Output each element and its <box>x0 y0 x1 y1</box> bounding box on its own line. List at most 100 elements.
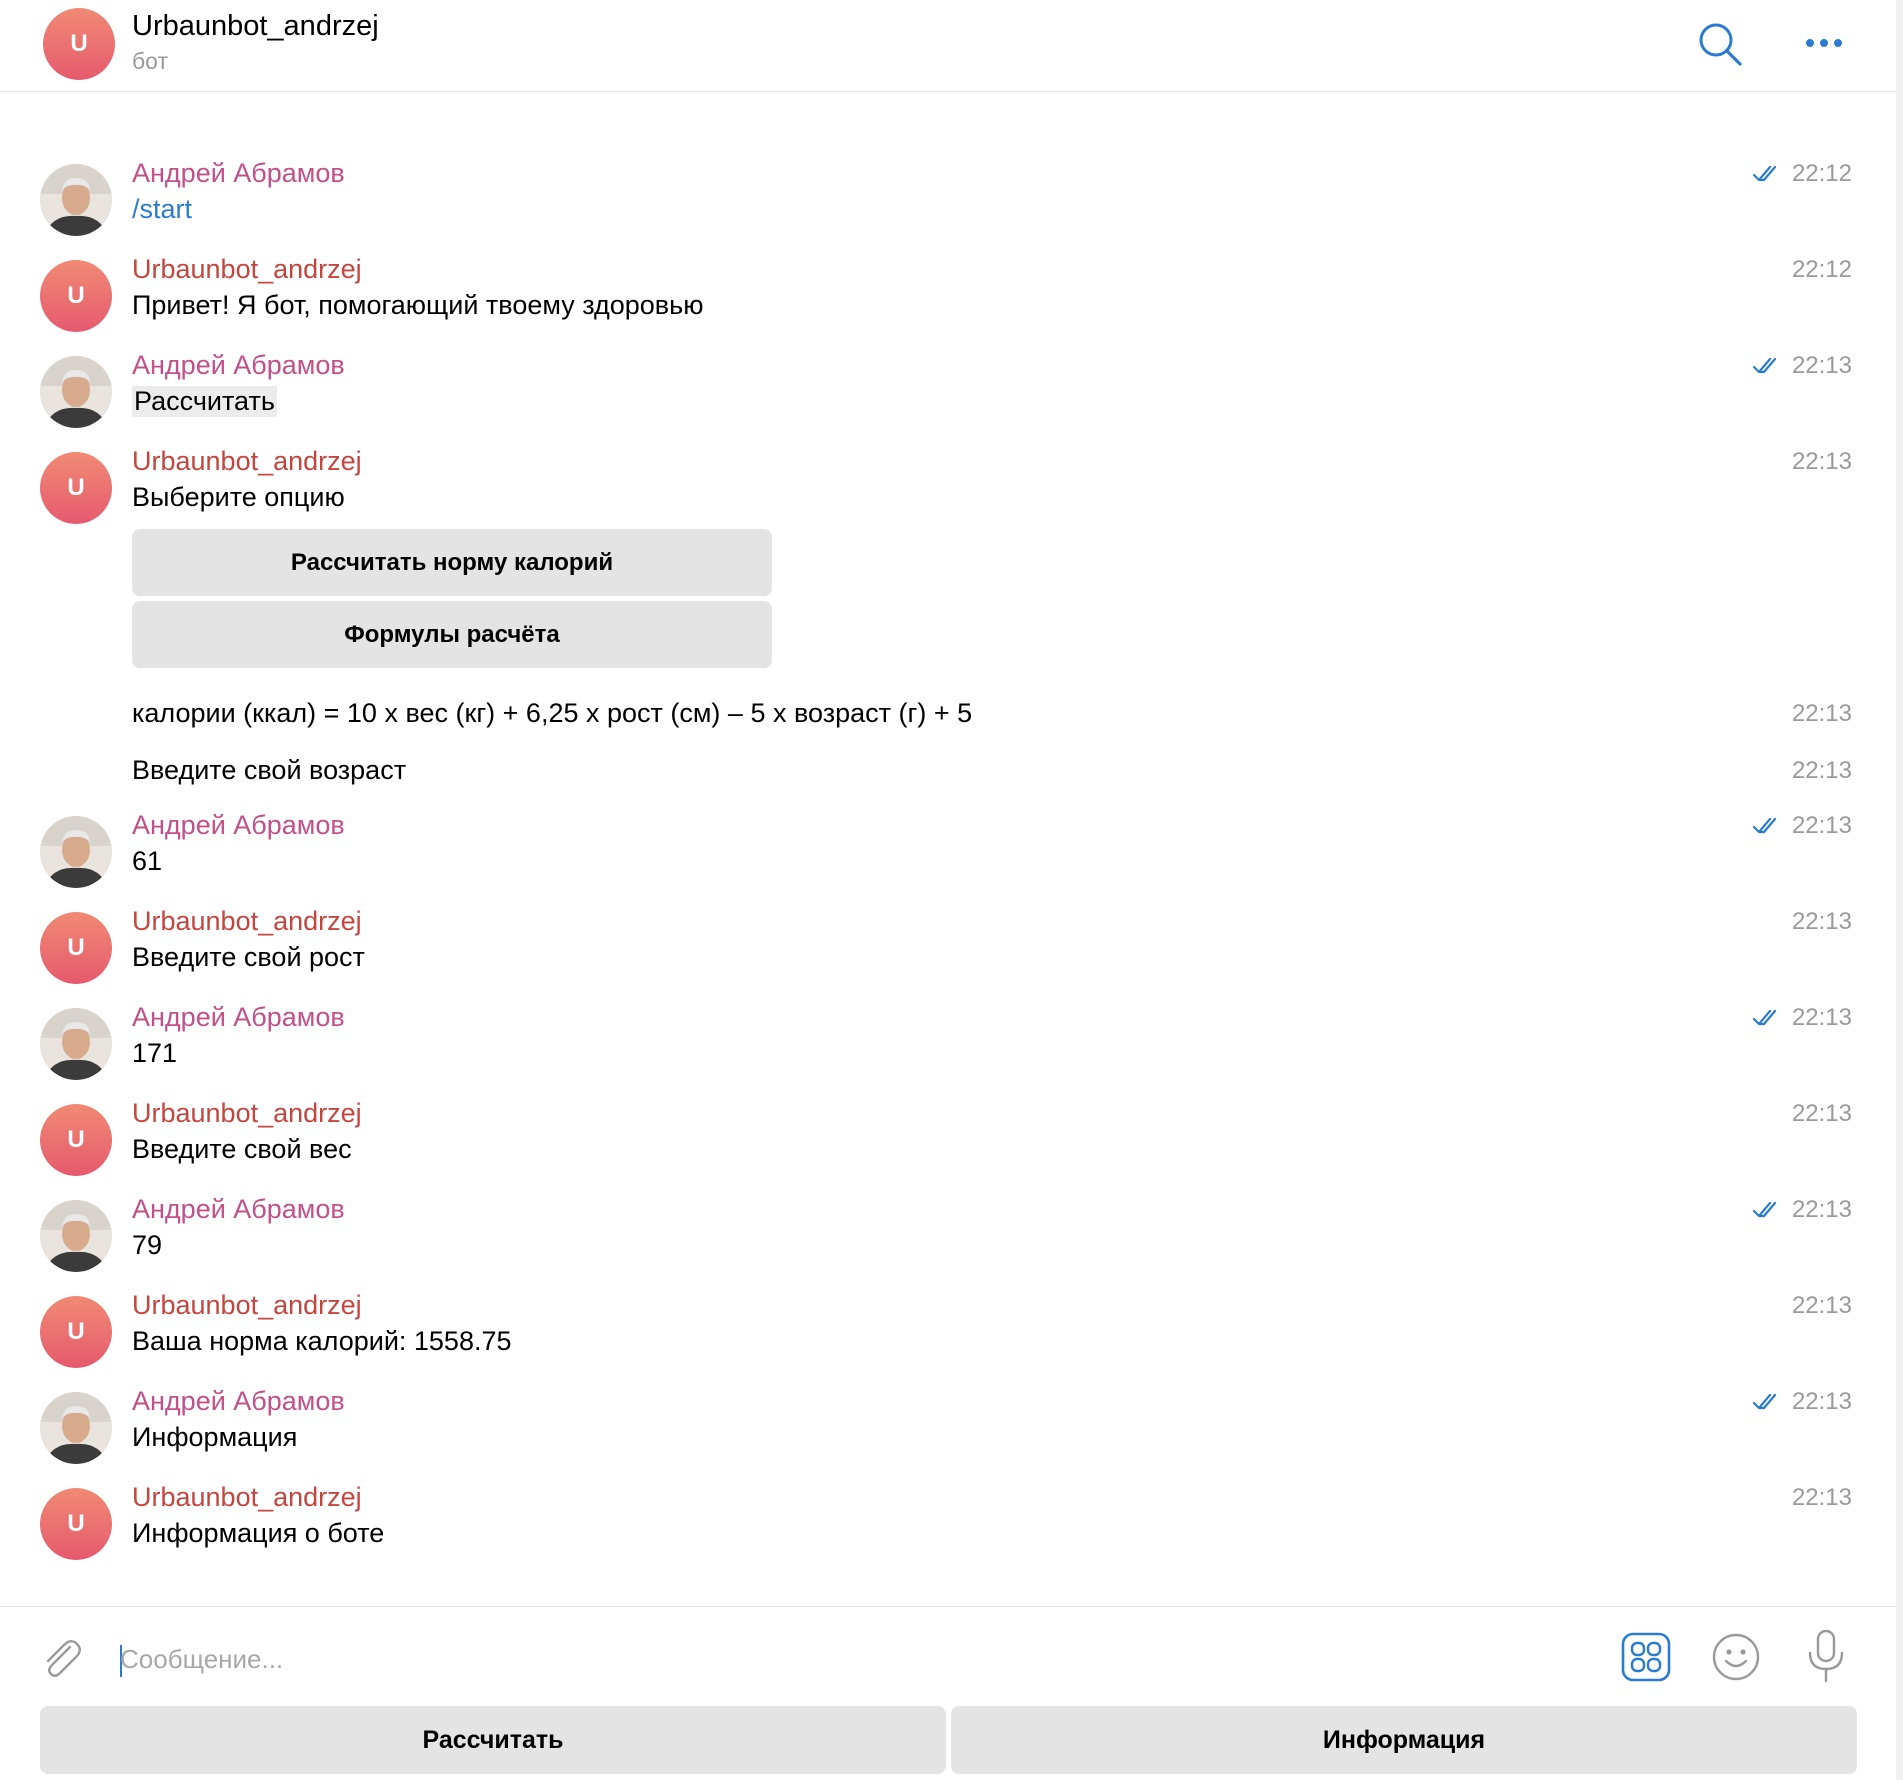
time-label: 22:12 <box>1791 160 1852 187</box>
sender-name[interactable]: Urbaunbot_andrzej <box>132 254 362 285</box>
sender-name[interactable]: Андрей Абрамов <box>132 1194 345 1225</box>
time-label: 22:13 <box>1791 352 1852 379</box>
message-text: Введите свой возраст <box>132 755 407 785</box>
user-avatar[interactable] <box>40 816 112 888</box>
chat-subtitle: бот <box>132 48 168 74</box>
user-avatar[interactable] <box>40 1200 112 1272</box>
message-text: Выберите опцию <box>132 482 345 512</box>
time-label: 22:13 <box>1791 757 1852 784</box>
sender-name[interactable]: Андрей Абрамов <box>132 1002 345 1033</box>
double-check-icon <box>1752 1009 1777 1026</box>
message-time: 22:12 <box>1792 256 1852 284</box>
sender-name[interactable]: Андрей Абрамов <box>132 1386 345 1417</box>
avatar-letter: U <box>67 474 85 501</box>
message-text: Информация <box>132 1422 298 1452</box>
message-text: Введите свой рост <box>132 942 365 972</box>
time-label: 22:13 <box>1791 1100 1852 1127</box>
smiley-icon <box>1712 1633 1760 1681</box>
emoji-button[interactable] <box>1710 1631 1762 1683</box>
message-text: калории (ккал) = 10 x вес (кг) + 6,25 x … <box>132 698 973 728</box>
user-avatar[interactable] <box>40 1392 112 1464</box>
search-button[interactable] <box>1696 20 1744 68</box>
attach-button[interactable] <box>36 1633 86 1683</box>
message-time: 22:13 <box>1752 352 1852 380</box>
avatar-letter: U <box>67 1510 85 1537</box>
bot-avatar[interactable]: U <box>40 452 112 524</box>
double-check-icon <box>1752 165 1777 182</box>
bot-keyboard-button[interactable] <box>1620 1631 1672 1683</box>
message-time: 22:13 <box>1792 1100 1852 1128</box>
chat-title[interactable]: Urbaunbot_andrzej <box>132 10 379 43</box>
user-photo-icon <box>40 1392 112 1464</box>
message-time: 22:12 <box>1752 160 1852 188</box>
message-time: 22:13 <box>1792 700 1852 728</box>
double-check-icon <box>1752 817 1777 834</box>
more-button[interactable] <box>1800 26 1848 60</box>
time-label: 22:13 <box>1791 700 1852 727</box>
search-icon <box>1699 23 1742 66</box>
user-avatar[interactable] <box>40 356 112 428</box>
avatar-letter: U <box>67 934 85 961</box>
bot-avatar[interactable]: U <box>40 1296 112 1368</box>
time-label: 22:13 <box>1791 812 1852 839</box>
microphone-icon <box>1808 1629 1844 1683</box>
user-photo-icon <box>40 1008 112 1080</box>
user-photo-icon <box>40 164 112 236</box>
avatar-letter: U <box>67 1126 85 1153</box>
bot-avatar[interactable]: U <box>40 1488 112 1560</box>
user-photo-icon <box>40 356 112 428</box>
avatar-letter: U <box>70 30 88 57</box>
message-time: 22:13 <box>1792 448 1852 476</box>
scrollbar[interactable] <box>1896 0 1903 1780</box>
double-check-icon <box>1752 357 1777 374</box>
avatar-letter: U <box>67 1318 85 1345</box>
time-label: 22:13 <box>1791 448 1852 475</box>
message-time: 22:13 <box>1792 908 1852 936</box>
user-avatar[interactable] <box>40 1008 112 1080</box>
keyboard-button-calculate[interactable]: Рассчитать <box>40 1706 946 1774</box>
message-time: 22:13 <box>1792 1484 1852 1512</box>
bot-avatar[interactable]: U <box>40 1104 112 1176</box>
sender-name[interactable]: Urbaunbot_andrzej <box>132 1098 362 1129</box>
message-time: 22:13 <box>1752 812 1852 840</box>
sender-name[interactable]: Urbaunbot_andrzej <box>132 1482 362 1513</box>
message-time: 22:13 <box>1792 757 1852 785</box>
sender-name[interactable]: Urbaunbot_andrzej <box>132 446 362 477</box>
message-composer <box>0 1606 1896 1707</box>
bot-avatar[interactable]: U <box>40 260 112 332</box>
keyboard-button-info[interactable]: Информация <box>951 1706 1857 1774</box>
double-check-icon <box>1752 1201 1777 1218</box>
time-label: 22:13 <box>1791 1004 1852 1031</box>
message-time: 22:13 <box>1752 1388 1852 1416</box>
time-label: 22:13 <box>1791 1484 1852 1511</box>
sender-name[interactable]: Urbaunbot_andrzej <box>132 1290 362 1321</box>
message-text: Ваша норма калорий: 1558.75 <box>132 1326 512 1356</box>
message-text: 61 <box>132 846 163 876</box>
message-text: Рассчитать <box>132 386 277 417</box>
double-check-icon <box>1752 1393 1777 1410</box>
avatar-letter: U <box>67 282 85 309</box>
time-label: 22:12 <box>1791 256 1852 283</box>
voice-button[interactable] <box>1800 1627 1852 1685</box>
sender-name[interactable]: Urbaunbot_andrzej <box>132 906 362 937</box>
sender-name[interactable]: Андрей Абрамов <box>132 810 345 841</box>
message-text: Информация о боте <box>132 1518 385 1548</box>
message-input[interactable] <box>118 1629 1542 1689</box>
time-label: 22:13 <box>1791 1388 1852 1415</box>
message-text: Введите свой вес <box>132 1134 352 1164</box>
user-photo-icon <box>40 1200 112 1272</box>
inline-button-formulas[interactable]: Формулы расчёта <box>132 601 772 668</box>
message-text: Привет! Я бот, помогающий твоему здоровь… <box>132 290 704 320</box>
message-time: 22:13 <box>1792 1292 1852 1320</box>
user-avatar[interactable] <box>40 164 112 236</box>
sender-name[interactable]: Андрей Абрамов <box>132 158 345 189</box>
bot-avatar[interactable]: U <box>40 912 112 984</box>
paperclip-icon <box>46 1640 81 1677</box>
message-text[interactable]: /start <box>132 194 192 225</box>
inline-button-calorie-norm[interactable]: Рассчитать норму калорий <box>132 529 772 596</box>
message-text: 171 <box>132 1038 178 1068</box>
sender-name[interactable]: Андрей Абрамов <box>132 350 345 381</box>
bot-avatar[interactable]: U <box>43 8 115 80</box>
time-label: 22:13 <box>1791 1196 1852 1223</box>
message-time: 22:13 <box>1752 1196 1852 1224</box>
